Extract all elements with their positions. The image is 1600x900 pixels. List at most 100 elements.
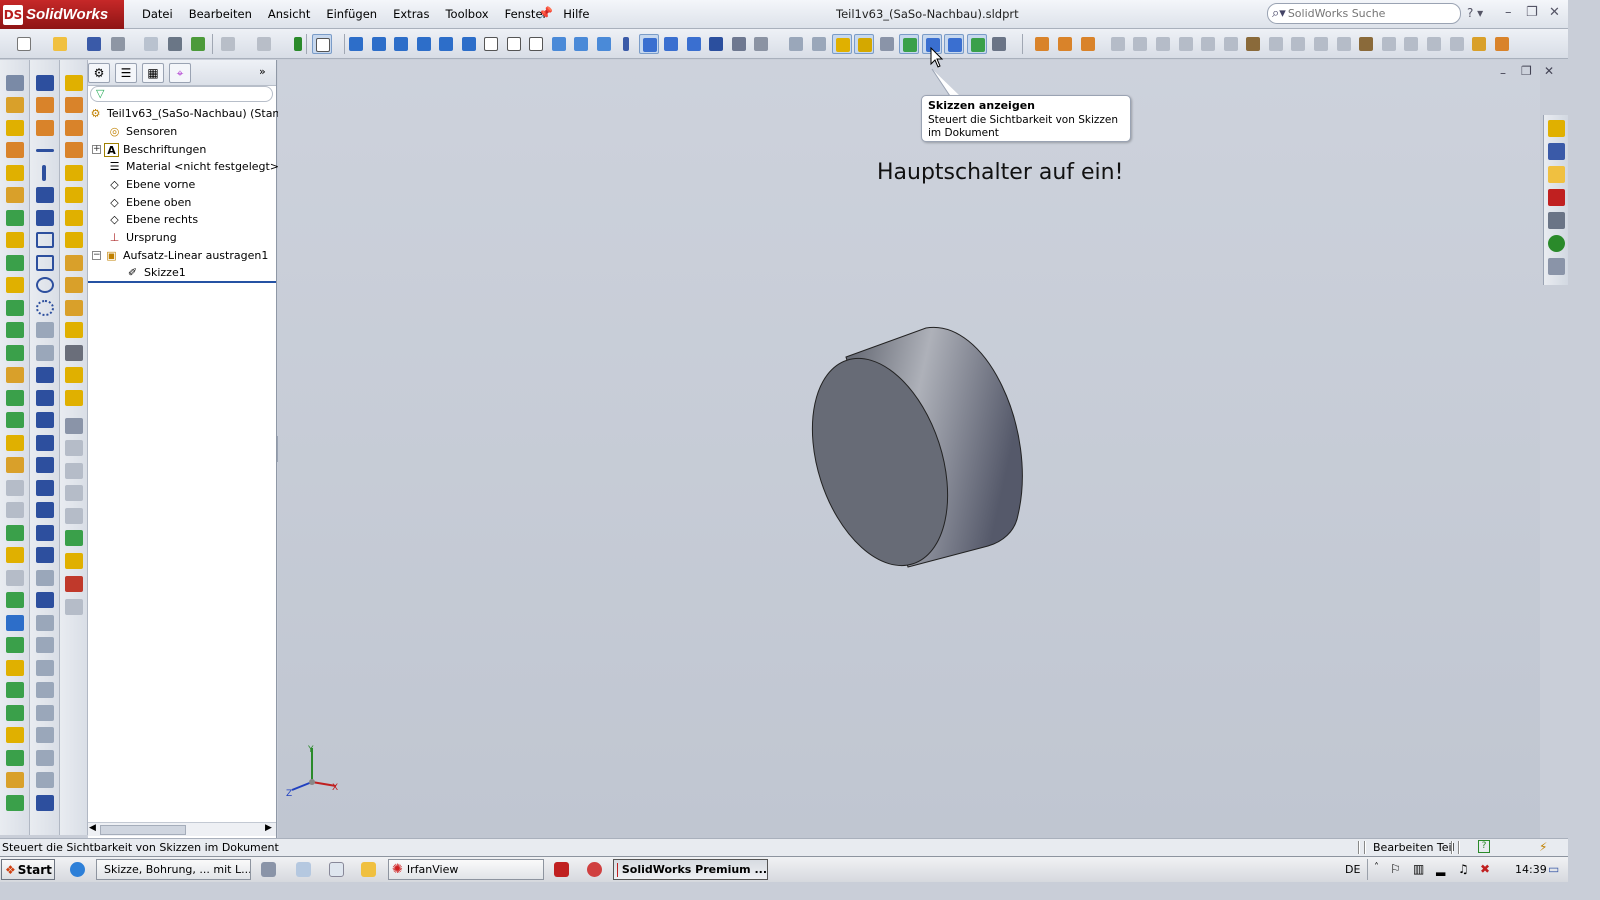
shaded-icon[interactable] [594, 34, 614, 54]
mold-tool-11-icon[interactable] [1334, 34, 1354, 54]
mold-tool-14-icon[interactable] [1401, 34, 1421, 54]
curves-visibility-icon[interactable] [877, 34, 897, 54]
scroll-right-icon[interactable]: ▶ [265, 823, 272, 833]
strip-tool-31-icon[interactable] [6, 750, 24, 766]
tray-app-icon[interactable]: ✖ [1480, 862, 1490, 876]
strip-tool-22-icon[interactable] [6, 547, 24, 563]
mold-tool-3-icon[interactable] [1153, 34, 1173, 54]
feature-revolve-icon[interactable] [1078, 34, 1098, 54]
view-trimetric-icon[interactable] [504, 34, 524, 54]
quicklaunch-3-icon[interactable] [329, 862, 344, 877]
strip-tool-2-icon[interactable] [6, 97, 24, 113]
viewport-close-icon[interactable]: ✕ [1544, 64, 1554, 78]
strip-tool-33-icon[interactable] [6, 795, 24, 811]
menu-bearbeiten[interactable]: Bearbeiten [181, 6, 260, 22]
strip-tool-12-icon[interactable] [6, 322, 24, 338]
view-palette-tab-icon[interactable] [1548, 212, 1565, 229]
tree-item-ebene-rechts[interactable]: ◇ Ebene rechts [107, 211, 198, 228]
curvature-icon[interactable] [729, 34, 749, 54]
new-document-icon[interactable] [14, 34, 34, 54]
menu-toolbox[interactable]: Toolbox [437, 6, 496, 22]
extra-tool-9-icon[interactable] [65, 255, 83, 271]
rebuild-icon[interactable] [188, 34, 208, 54]
tree-item-beschriftungen[interactable]: + A Beschriftungen [92, 141, 206, 158]
extra-tool-17-icon[interactable] [65, 440, 83, 456]
tree-item-ursprung[interactable]: ⊥ Ursprung [107, 229, 177, 246]
file-explorer-tab-icon[interactable] [1548, 166, 1565, 183]
extra-tool-5-icon[interactable] [65, 165, 83, 181]
rectangle-icon[interactable] [36, 232, 54, 248]
mold-tool-17-icon[interactable] [1469, 34, 1489, 54]
extra-tool-23-icon[interactable] [65, 576, 83, 592]
strip-tool-25-icon[interactable] [6, 615, 24, 631]
strip-tool-23-icon[interactable] [6, 570, 24, 586]
menu-extras[interactable]: Extras [385, 6, 437, 22]
strip-tool-5-icon[interactable] [6, 165, 24, 181]
shadows-icon[interactable] [706, 34, 726, 54]
sketch-tool-27-icon[interactable] [36, 660, 54, 676]
sketch-tool-20-icon[interactable] [36, 502, 54, 518]
strip-tool-29-icon[interactable] [6, 705, 24, 721]
coordinate-system-icon[interactable] [854, 34, 874, 54]
view-back-icon[interactable] [369, 34, 389, 54]
extra-tool-22-icon[interactable] [65, 553, 83, 569]
view-top-icon[interactable] [436, 34, 456, 54]
line-icon[interactable] [36, 149, 54, 152]
extra-tool-11-icon[interactable] [65, 300, 83, 316]
extra-tool-1-icon[interactable] [65, 75, 83, 91]
search-tab-icon[interactable] [1548, 189, 1565, 206]
menu-hilfe[interactable]: Hilfe [555, 6, 597, 22]
strip-tool-19-icon[interactable] [6, 480, 24, 496]
collapse-toggle[interactable]: − [92, 251, 101, 260]
strip-tool-8-icon[interactable] [6, 232, 24, 248]
extra-tool-16-icon[interactable] [65, 418, 83, 434]
plane-visibility-icon[interactable] [786, 34, 806, 54]
parallelogram-icon[interactable] [36, 435, 54, 451]
strip-tool-10-icon[interactable] [6, 277, 24, 293]
strip-tool-4-icon[interactable] [6, 142, 24, 158]
mold-tool-15-icon[interactable] [1424, 34, 1444, 54]
shaded-edges-icon[interactable] [639, 34, 659, 54]
language-indicator[interactable]: DE [1345, 863, 1360, 876]
custom-properties-tab-icon[interactable] [1548, 258, 1565, 275]
volume-icon[interactable]: ♫ [1458, 862, 1469, 876]
expand-panel-icon[interactable]: » [259, 65, 266, 78]
shaded-no-edges-icon[interactable] [661, 34, 681, 54]
extra-tool-6-icon[interactable] [65, 187, 83, 203]
sketch-dimensions-icon[interactable] [899, 34, 919, 54]
viewport-minimize-icon[interactable]: – [1500, 66, 1506, 80]
strip-tool-1-icon[interactable] [6, 75, 24, 91]
property-manager-tab-icon[interactable]: ☰ [115, 63, 137, 83]
solidworks-logo[interactable]: DS SolidWorks [0, 0, 124, 29]
extra-tool-2-icon[interactable] [65, 97, 83, 113]
sketch-tool-28-icon[interactable] [36, 682, 54, 698]
mold-tool-7-icon[interactable] [1243, 34, 1263, 54]
tree-item-ebene-oben[interactable]: ◇ Ebene oben [107, 194, 191, 211]
start-button[interactable]: ❖ Start [1, 859, 55, 880]
wireframe-icon[interactable] [549, 34, 569, 54]
search-box[interactable]: ⌕▾ [1267, 3, 1461, 24]
strip-tool-30-icon[interactable] [6, 727, 24, 743]
configuration-tab-icon[interactable]: ▦ [142, 63, 164, 83]
close-icon[interactable]: ✕ [1549, 5, 1560, 20]
save-icon[interactable] [84, 34, 104, 54]
status-help-icon[interactable]: ? [1478, 840, 1490, 853]
strip-tool-21-icon[interactable] [6, 525, 24, 541]
tree-horizontal-scrollbar[interactable]: ◀ ▶ [88, 822, 276, 836]
tree-filter[interactable]: ▽ [90, 86, 273, 102]
rectangle-center-icon[interactable] [36, 255, 54, 271]
mold-tool-16-icon[interactable] [1447, 34, 1467, 54]
view-front-icon[interactable] [346, 34, 366, 54]
extra-tool-15-icon[interactable] [65, 390, 83, 406]
taskbar-item-chrome[interactable]: Skizze, Bohrung, ... mit L... [96, 859, 251, 880]
open-file-icon[interactable] [50, 34, 70, 54]
feature-tree-tab-icon[interactable]: ⚙ [88, 63, 110, 83]
rollback-bar[interactable] [88, 281, 276, 283]
mold-tool-8-icon[interactable] [1266, 34, 1286, 54]
mold-tool-9-icon[interactable] [1288, 34, 1308, 54]
solidworks-quicklaunch-icon[interactable] [554, 862, 569, 877]
spline-icon[interactable] [36, 525, 54, 541]
perspective-icon[interactable] [684, 34, 704, 54]
show-desktop-icon[interactable]: ▭ [1548, 862, 1559, 876]
hide-show-items-icon[interactable] [751, 34, 771, 54]
